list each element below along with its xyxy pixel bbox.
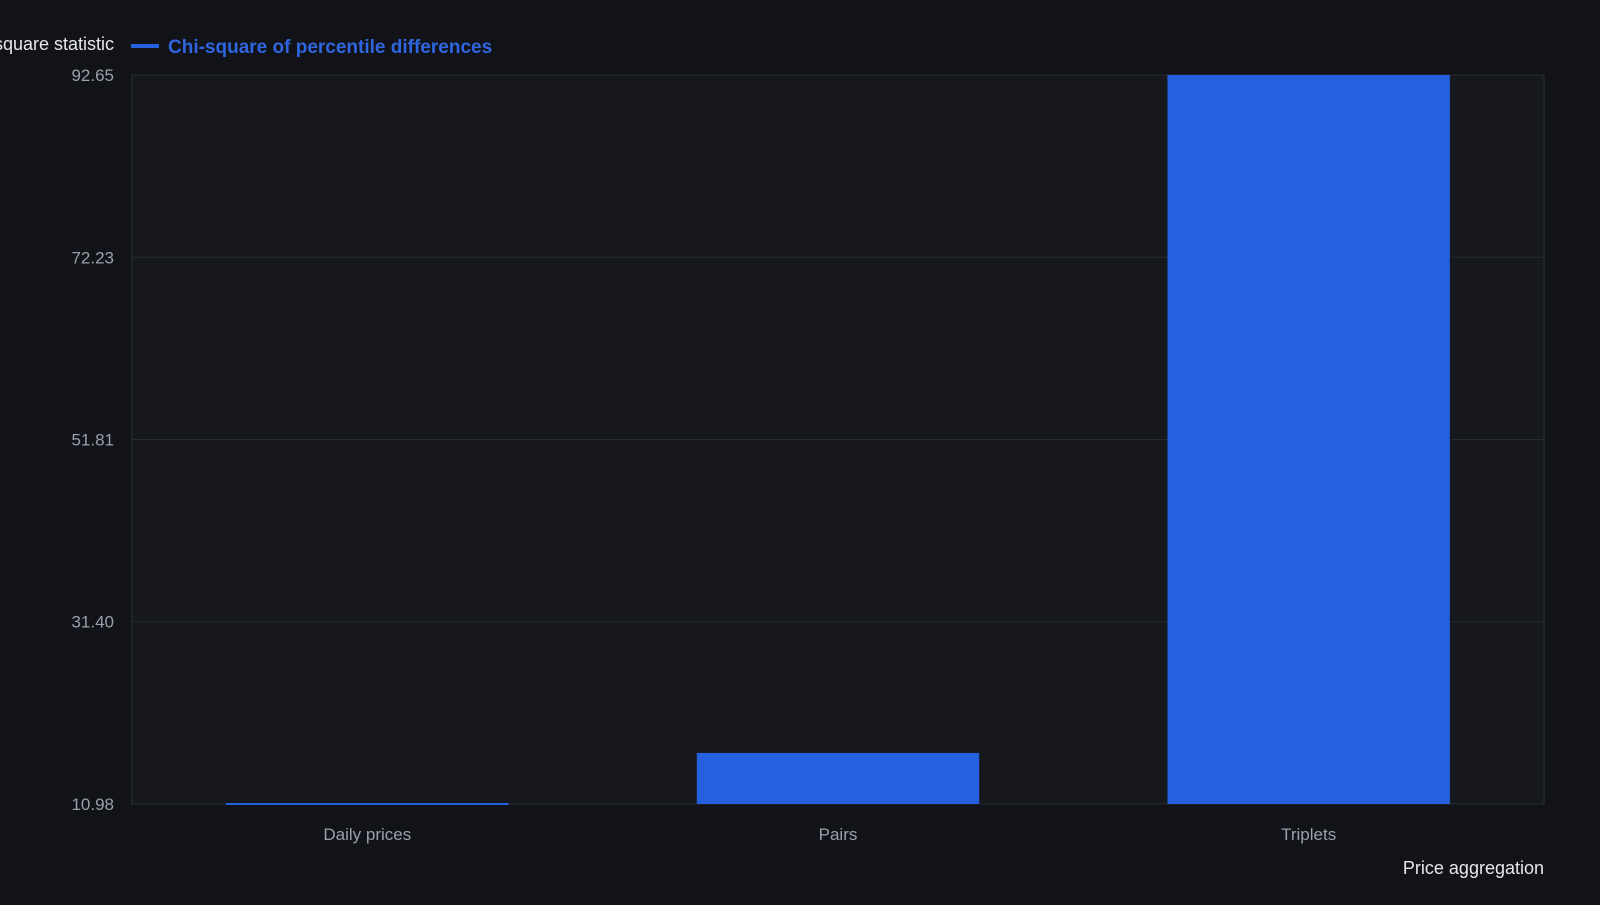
x-tick-label: Daily prices <box>323 825 411 844</box>
y-tick-labels: 92.65 72.23 51.81 31.40 10.98 <box>71 66 114 814</box>
bar-daily-prices[interactable] <box>226 803 509 805</box>
y-tick-label: 10.98 <box>71 795 114 814</box>
y-tick-label: 51.81 <box>71 431 114 450</box>
bar-triplets[interactable] <box>1167 75 1450 804</box>
chart-container: 92.65 72.23 51.81 31.40 10.98 Daily prices Pa… <box>0 0 1600 900</box>
y-tick-label: 72.23 <box>71 248 114 267</box>
legend-label[interactable]: Chi-square of percentile differences <box>168 37 492 58</box>
y-axis-label: Chi-square statistic <box>0 34 114 54</box>
bar-pairs[interactable] <box>696 752 980 804</box>
x-tick-labels: Daily prices Pairs Triplets <box>323 825 1336 844</box>
x-axis-label: Price aggregation <box>1403 858 1544 878</box>
y-tick-label: 31.40 <box>71 613 114 632</box>
bar-chart: 92.65 72.23 51.81 31.40 10.98 Daily prices Pa… <box>0 34 1545 878</box>
x-tick-label: Pairs <box>819 825 858 844</box>
x-tick-label: Triplets <box>1281 825 1336 844</box>
y-tick-label: 92.65 <box>71 66 114 85</box>
